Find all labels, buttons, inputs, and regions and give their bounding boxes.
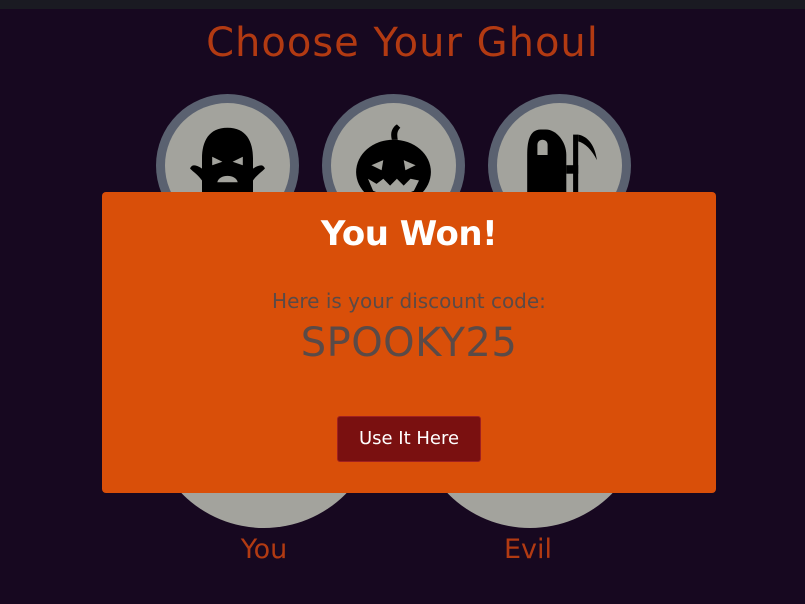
- player-evil-label: Evil: [503, 534, 553, 565]
- modal-heading: You Won!: [320, 214, 498, 254]
- player-you-label: You: [240, 534, 288, 565]
- discount-code: SPOOKY25: [300, 320, 518, 366]
- use-it-here-button[interactable]: Use It Here: [337, 416, 481, 462]
- top-bar: [0, 0, 805, 9]
- discount-message: Here is your discount code:: [272, 289, 546, 313]
- win-modal: You Won! Here is your discount code: SPO…: [102, 192, 716, 493]
- page-title: Choose Your Ghoul: [206, 20, 599, 66]
